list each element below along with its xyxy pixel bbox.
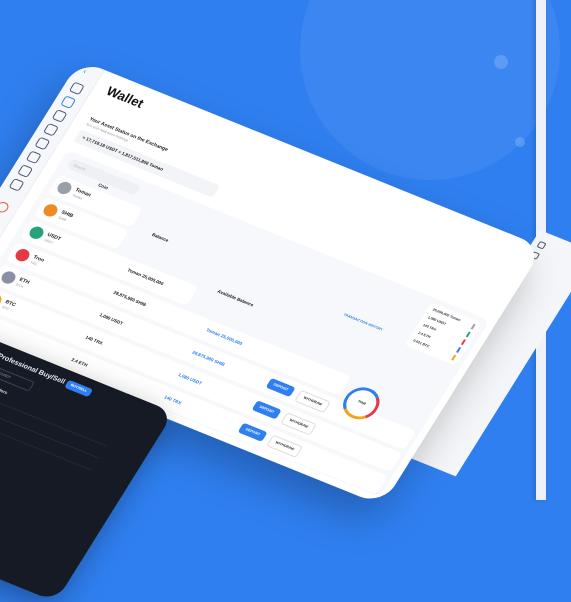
- available-header: Available Balance: [216, 288, 255, 308]
- history-icon[interactable]: [25, 150, 42, 165]
- available-value: 1,080 USDT: [177, 372, 203, 386]
- deposit-button[interactable]: DEPOSIT: [237, 422, 268, 442]
- chevron-left-icon[interactable]: ‹: [81, 67, 88, 76]
- background-dot: [494, 55, 508, 69]
- withdraw-button[interactable]: WITHDRAW: [266, 434, 303, 458]
- legend-item: 0.021 BTC: [412, 338, 431, 349]
- legend-swatch: [470, 323, 476, 330]
- balance-value: 1,080 USDT: [98, 312, 125, 326]
- balance-value: 28,875,980 SHIB: [112, 289, 148, 308]
- available-value: 28,875,980 SHIB: [191, 349, 226, 368]
- background-dot: [515, 137, 525, 147]
- balance-value: 140 TRX: [84, 334, 104, 346]
- available-value: 140 TRX: [163, 394, 183, 406]
- balance-value: 2.4 ETH: [70, 357, 89, 368]
- tron-icon: [12, 247, 33, 264]
- shib-icon: [40, 202, 60, 219]
- legend-swatch: [451, 354, 457, 361]
- logout-icon[interactable]: [0, 200, 11, 214]
- legend-swatch: [456, 346, 462, 353]
- legend-item: 140 TRX: [422, 323, 438, 332]
- legend-item: 2.4 ETH: [417, 330, 432, 340]
- usdt-icon: [26, 224, 47, 241]
- eth-icon: [0, 269, 19, 286]
- user-icon[interactable]: [17, 164, 34, 178]
- balance-header: Balance: [150, 232, 170, 243]
- settings-icon[interactable]: [8, 178, 25, 192]
- wallet-icon[interactable]: [60, 95, 77, 109]
- withdraw-button[interactable]: WITHDRAW: [294, 389, 331, 414]
- home-icon[interactable]: [68, 81, 85, 96]
- divider: [0, 401, 100, 459]
- withdraw-button[interactable]: WITHDRAW: [280, 412, 317, 436]
- trade-badge[interactable]: BUY/SELL: [64, 379, 94, 398]
- legend-swatch: [465, 331, 471, 338]
- donut-label: Total: [356, 399, 367, 406]
- holdings-legend: 25,000,000 Toman 1,080 USDT 140 TRX 2.4 …: [404, 302, 483, 366]
- orders-icon[interactable]: [34, 136, 51, 151]
- chart-icon[interactable]: [42, 122, 60, 137]
- exchange-icon[interactable]: [51, 109, 68, 123]
- deposit-button[interactable]: DEPOSIT: [251, 400, 282, 420]
- background-blob: [300, 0, 560, 180]
- page-title: Wallet: [103, 83, 147, 111]
- divider: [0, 389, 107, 447]
- balance-value: Toman 25,000,000: [126, 267, 165, 287]
- deposit-button[interactable]: DEPOSIT: [265, 377, 296, 398]
- toman-icon: [54, 179, 74, 197]
- available-value: Toman 25,000,000: [205, 327, 244, 346]
- legend-swatch: [460, 339, 466, 346]
